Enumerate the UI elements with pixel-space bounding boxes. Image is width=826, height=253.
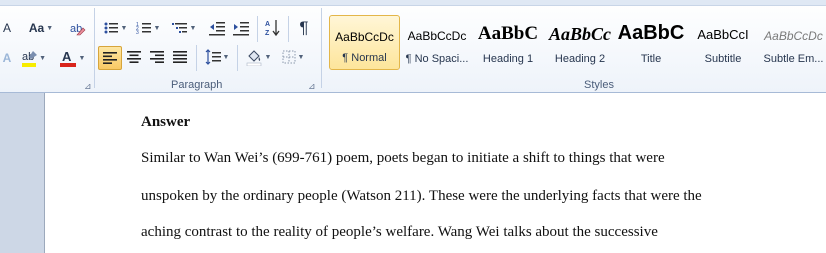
style-sample: AaBbCcDc — [764, 29, 823, 43]
sort-az-icon: AZ — [265, 20, 280, 37]
multilevel-list-button[interactable]: ▼ — [168, 17, 200, 39]
numbering-button[interactable]: 123 ▼ — [132, 17, 164, 39]
font-color-button[interactable]: A ▼ — [58, 47, 86, 69]
document-line: aching contrast to the reality of people… — [141, 224, 658, 240]
style-tile-normal[interactable]: AaBbCcDc ¶ Normal — [329, 15, 400, 70]
style-sample: AaBbC — [477, 23, 539, 44]
align-left-button[interactable] — [98, 46, 122, 70]
chevron-down-icon: ▼ — [78, 54, 86, 62]
increase-indent-icon — [233, 22, 249, 36]
chevron-down-icon: ▼ — [120, 24, 128, 32]
border-icon — [282, 50, 296, 64]
bullets-button[interactable]: ▼ — [100, 17, 130, 39]
style-name: Heading 1 — [482, 53, 534, 65]
style-tile-subtle-emphasis[interactable]: AaBbCcDc Subtle Em... — [761, 15, 826, 70]
chevron-down-icon: ▼ — [189, 24, 197, 32]
svg-text:3: 3 — [136, 30, 139, 36]
chevron-down-icon: ▼ — [297, 53, 305, 61]
style-tile-heading-2[interactable]: AaBbCc Heading 2 — [546, 15, 614, 70]
align-center-button[interactable] — [123, 46, 145, 68]
document-line: Similar to Wan Wei’s (699-761) poem, poe… — [141, 150, 665, 166]
document-line: unspoken by the ordinary people (Watson … — [141, 188, 702, 204]
style-tile-subtitle[interactable]: AaBbCcI Subtitle — [688, 15, 758, 70]
decrease-indent-icon — [209, 22, 225, 36]
increase-indent-button[interactable] — [230, 17, 252, 39]
show-formatting-marks-button[interactable]: ¶ — [294, 17, 314, 39]
bullet-list-icon — [104, 22, 118, 34]
font-size-arrow-label: A — [2, 21, 11, 35]
borders-button[interactable]: ▼ — [278, 46, 308, 68]
svg-text:Z: Z — [265, 30, 270, 37]
chevron-down-icon: ▼ — [264, 53, 272, 61]
clear-formatting-icon: ab — [70, 23, 86, 36]
justify-button[interactable] — [169, 46, 191, 68]
style-sample: AaBbC — [618, 22, 684, 44]
separator — [196, 45, 197, 71]
highlighter-icon: ab — [22, 51, 37, 67]
paragraph-group-label: Paragraph — [171, 79, 223, 91]
style-name: Title — [640, 53, 662, 65]
group-separator — [321, 8, 322, 88]
change-case-button[interactable]: Aa ▼ — [26, 18, 56, 38]
svg-text:A: A — [62, 49, 72, 64]
style-sample: AaBbCcDc — [335, 30, 394, 44]
separator — [288, 16, 289, 42]
align-right-button[interactable] — [146, 46, 168, 68]
style-sample: AaBbCc — [548, 24, 611, 44]
svg-text:A: A — [265, 21, 270, 28]
styles-group-label: Styles — [584, 79, 614, 91]
ribbon: A Aa ▼ ab A ab ▼ A ▼ ⊿ ▼ 123 ▼ ▼ AZ ¶ ▼ … — [0, 0, 826, 93]
chevron-down-icon: ▼ — [222, 53, 230, 61]
line-spacing-icon — [205, 49, 221, 65]
paragraph-dialog-launcher-icon[interactable]: ⊿ — [308, 81, 316, 92]
separator — [237, 45, 238, 71]
document-area: Answer Similar to Wan Wei’s (699-761) po… — [0, 93, 826, 253]
text-effects-button[interactable]: A — [0, 47, 14, 69]
paint-bucket-icon — [246, 50, 261, 66]
style-name: Subtle Em... — [763, 53, 824, 65]
sort-button[interactable]: AZ — [262, 17, 284, 39]
numbered-list-icon: 123 — [136, 22, 151, 36]
chevron-down-icon: ▼ — [153, 24, 161, 32]
style-name: ¶ No Spaci... — [405, 53, 469, 65]
group-separator — [94, 8, 95, 88]
style-tile-heading-1[interactable]: AaBbC Heading 1 — [474, 15, 542, 70]
line-spacing-button[interactable]: ▼ — [202, 46, 232, 68]
style-sample: AaBbCcI — [697, 27, 749, 42]
highlight-color-button[interactable]: ab ▼ — [20, 47, 46, 69]
font-color-icon: A — [59, 49, 76, 67]
text-effects-icon: A — [2, 51, 12, 65]
change-case-label: Aa — [28, 21, 45, 35]
shading-button[interactable]: ▼ — [242, 46, 274, 68]
justify-icon — [173, 51, 187, 63]
decrease-indent-button[interactable] — [206, 17, 228, 39]
align-right-icon — [150, 51, 164, 63]
font-dialog-launcher-icon[interactable]: ⊿ — [84, 81, 92, 92]
chevron-down-icon: ▼ — [39, 54, 46, 62]
multilevel-list-icon — [171, 23, 187, 33]
style-name: Heading 2 — [554, 53, 606, 65]
style-name: ¶ Normal — [342, 52, 387, 64]
separator — [257, 16, 258, 42]
shrink-font-button[interactable]: A — [0, 18, 14, 38]
style-tile-no-spacing[interactable]: AaBbCcDc ¶ No Spaci... — [402, 15, 472, 70]
ribbon-top-strip — [0, 0, 826, 6]
style-sample: AaBbCcDc — [407, 29, 467, 43]
pilcrow-icon: ¶ — [299, 18, 309, 37]
align-center-icon — [127, 51, 141, 63]
document-page[interactable]: Answer Similar to Wan Wei’s (699-761) po… — [44, 93, 826, 253]
chevron-down-icon: ▼ — [46, 24, 54, 32]
document-heading: Answer — [141, 114, 191, 130]
style-tile-title[interactable]: AaBbC Title — [618, 15, 684, 70]
style-name: Subtitle — [704, 53, 742, 65]
align-left-icon — [103, 52, 117, 64]
clear-formatting-button[interactable]: ab — [66, 17, 88, 39]
